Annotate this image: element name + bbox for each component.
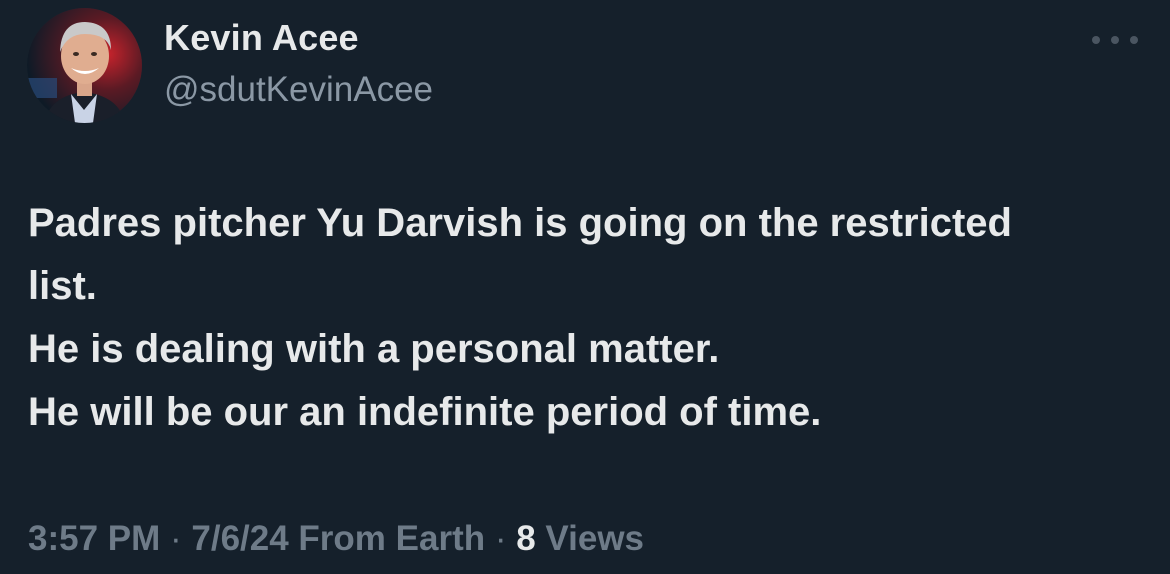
avatar[interactable] xyxy=(27,8,142,123)
tweet-line: He will be our an indefinite period of t… xyxy=(28,390,822,434)
tweet-time[interactable]: 3:57 PM xyxy=(28,519,160,558)
views-count[interactable]: 8 xyxy=(516,519,535,558)
tweet-date[interactable]: 7/6/24 xyxy=(191,519,288,558)
tweet-line: Padres pitcher Yu Darvish is going on th… xyxy=(28,201,1012,245)
more-dot xyxy=(1130,36,1138,44)
meta-separator: · xyxy=(485,519,517,558)
author-display-name[interactable]: Kevin Acee xyxy=(164,20,359,56)
avatar-image xyxy=(27,8,142,123)
views-label[interactable]: Views xyxy=(536,519,644,558)
tweet-metadata: 3:57 PM · 7/6/24 From Earth · 8 Views xyxy=(28,518,644,560)
tweet-line: He is dealing with a personal matter. xyxy=(28,327,720,371)
tweet-text: Padres pitcher Yu Darvish is going on th… xyxy=(28,192,1148,444)
meta-separator: · xyxy=(160,519,192,558)
tweet-source: From Earth xyxy=(288,519,486,558)
tweet-line: list. xyxy=(28,264,97,308)
more-dot xyxy=(1111,36,1119,44)
author-handle[interactable]: @sdutKevinAcee xyxy=(164,72,433,107)
tweet-card: Kevin Acee @sdutKevinAcee Padres pitcher… xyxy=(0,0,1170,574)
more-dot xyxy=(1092,36,1100,44)
more-options-icon[interactable] xyxy=(1092,30,1138,50)
